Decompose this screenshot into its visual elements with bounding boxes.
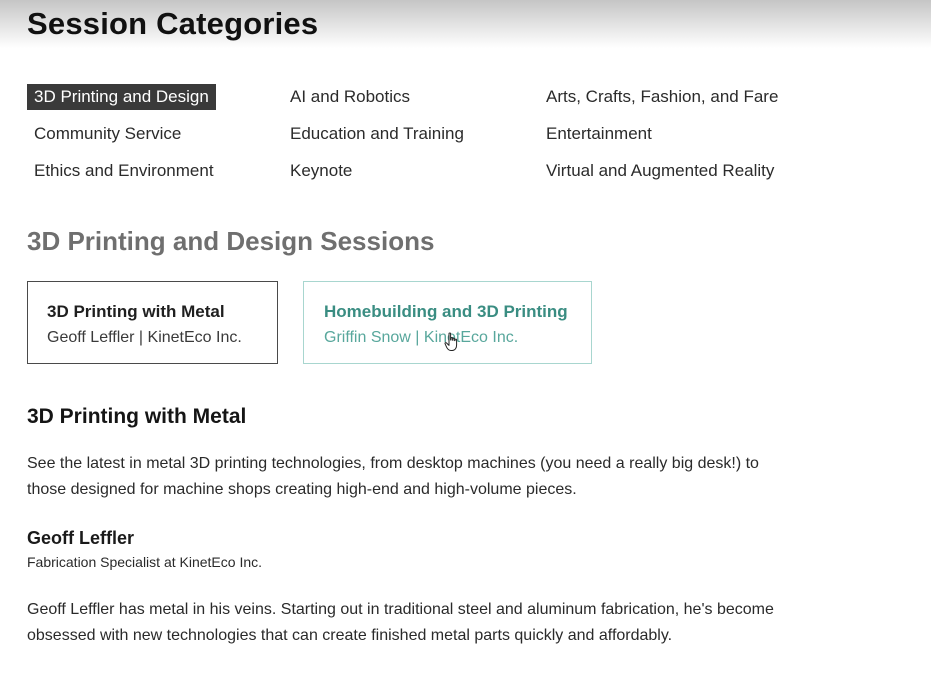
category-keynote[interactable]: Keynote <box>283 158 359 184</box>
speaker-bio: Geoff Leffler has metal in his veins. St… <box>27 601 774 644</box>
category-3d-printing-and-design[interactable]: 3D Printing and Design <box>27 84 216 110</box>
session-card-title: Homebuilding and 3D Printing <box>324 302 568 321</box>
session-card-metal[interactable]: 3D Printing with Metal Geoff Leffler | K… <box>27 281 278 364</box>
session-card-subtitle: Geoff Leffler | KinetEco Inc. <box>47 329 242 346</box>
hand-pointer-icon <box>444 332 458 351</box>
category-education-and-training[interactable]: Education and Training <box>283 121 471 147</box>
page-title: Session Categories <box>27 6 319 41</box>
category-entertainment[interactable]: Entertainment <box>539 121 659 147</box>
speaker-role: Fabrication Specialist at KinetEco Inc. <box>27 554 263 570</box>
speaker-name: Geoff Leffler <box>27 528 135 548</box>
category-list: 3D Printing and Design AI and Robotics A… <box>27 84 827 195</box>
category-ethics-and-environment[interactable]: Ethics and Environment <box>27 158 221 184</box>
sessions-heading: 3D Printing and Design Sessions <box>27 226 435 256</box>
category-virtual-and-augmented-reality[interactable]: Virtual and Augmented Reality <box>539 158 781 184</box>
category-community-service[interactable]: Community Service <box>27 121 188 147</box>
page: Session Categories 3D Printing and Desig… <box>0 0 931 691</box>
session-card-title: 3D Printing with Metal <box>47 302 225 321</box>
session-detail-title: 3D Printing with Metal <box>27 405 247 428</box>
category-ai-and-robotics[interactable]: AI and Robotics <box>283 84 417 110</box>
category-arts-crafts-fashion-fare[interactable]: Arts, Crafts, Fashion, and Fare <box>539 84 785 110</box>
session-detail-description: See the latest in metal 3D printing tech… <box>27 455 759 498</box>
